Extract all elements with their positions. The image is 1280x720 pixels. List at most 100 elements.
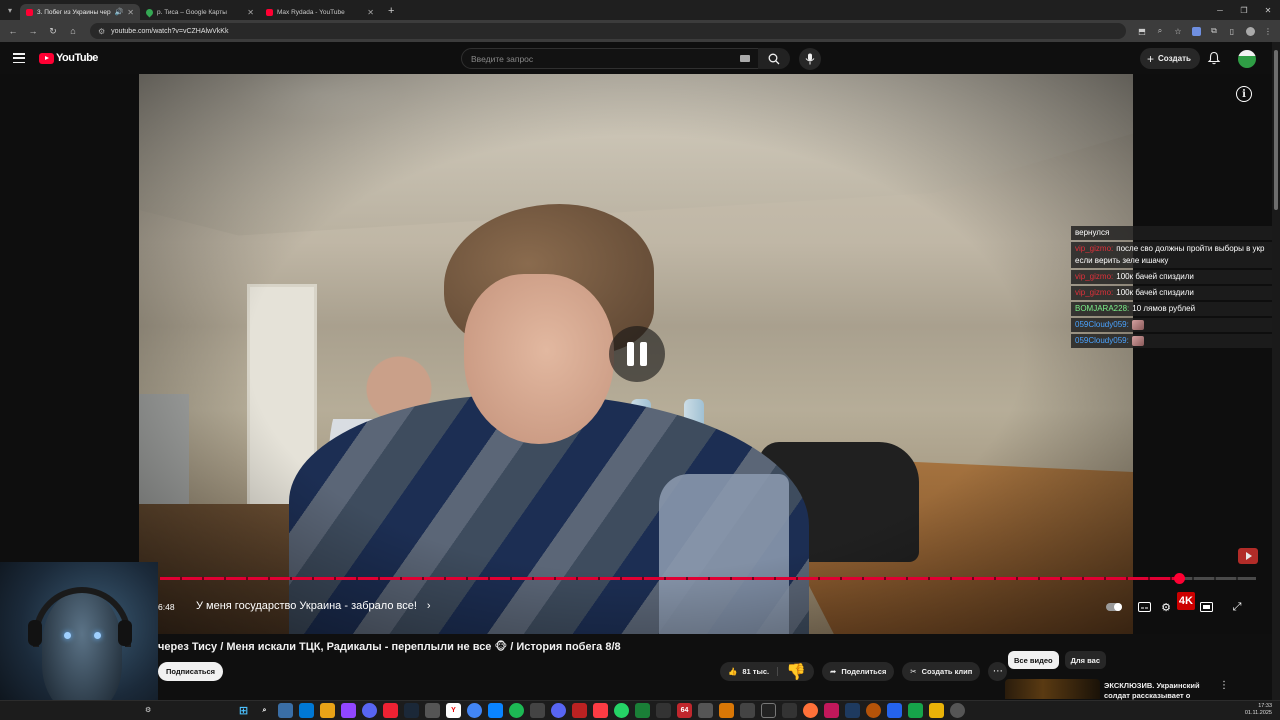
browser-tab-3[interactable]: Max Rydada - YouTube ✕ [260,4,380,20]
chrome-icon[interactable] [467,703,482,718]
youtube-logo[interactable]: YouTube [39,52,98,64]
obs-icon[interactable] [362,703,377,718]
subscribe-button[interactable]: Подписаться [158,662,224,681]
home-icon[interactable]: ⌂ [64,22,82,40]
search-input[interactable]: Введите запрос [461,48,761,69]
subtitles-icon[interactable] [1135,598,1153,616]
steam-badge-icon[interactable]: 64 [677,703,692,718]
twitch-icon[interactable] [341,703,356,718]
notifications-bell-icon[interactable] [1207,51,1221,65]
app-icon[interactable] [929,703,944,718]
app-icon[interactable] [866,703,881,718]
app-icon[interactable] [950,703,965,718]
search-button[interactable] [758,48,790,69]
scrubber-handle[interactable] [1174,573,1186,584]
app-icon[interactable] [824,703,839,718]
bookmark-star-icon[interactable]: ☆ [1170,23,1186,39]
app-icon[interactable] [719,703,734,718]
task-view-icon[interactable] [278,703,293,718]
recommended-title[interactable]: ЭКСКЛЮЗИВ. Украинский солдат рассказывае… [1104,681,1214,700]
store-icon[interactable] [488,703,503,718]
progress-bar[interactable] [160,573,1256,584]
menu-kebab-icon[interactable]: ⋮ [1260,23,1276,39]
spotify-icon[interactable] [509,703,524,718]
keyboard-icon[interactable] [740,55,750,62]
theater-mode-icon[interactable] [1197,598,1215,616]
sidebar-icon[interactable]: ▯ [1224,23,1240,39]
back-icon[interactable]: ← [4,22,22,40]
close-tab-icon[interactable]: ✕ [247,8,254,17]
app-icon[interactable] [845,703,860,718]
clip-button[interactable]: ✂ Создать клип [902,662,981,681]
app-icon[interactable] [635,703,650,718]
chapter-title: У меня государство Украина - забрало все… [196,600,417,612]
browser-tab-1[interactable]: 3. Побег из Украины чер 🔊 ✕ [20,4,140,20]
fullscreen-icon[interactable]: ⤢ [1228,598,1246,616]
tab-search-icon[interactable]: ▾ [0,0,20,20]
app-icon[interactable] [740,703,755,718]
like-button[interactable]: 👍 81 тыс. [720,667,779,676]
tray-settings-icon[interactable]: ⚙ [145,706,151,714]
browser-tab-strip: ▾ 3. Побег из Украины чер 🔊 ✕ р. Тиса – … [0,0,1280,20]
create-button[interactable]: + Создать [1140,48,1200,69]
close-window-icon[interactable]: ✕ [1256,0,1280,20]
app-icon[interactable] [698,703,713,718]
system-clock[interactable]: 17:33 01.11.2025 [1245,703,1272,717]
maximize-icon[interactable]: ❐ [1232,0,1256,20]
address-bar[interactable]: ⚙ youtube.com/watch?v=vCZHAlwVkKk [90,23,1126,39]
more-actions-icon[interactable]: ⋯ [988,662,1008,681]
extensions-icon[interactable]: ⧉ [1206,23,1222,39]
calculator-icon[interactable] [425,703,440,718]
profile-icon[interactable] [1242,23,1258,39]
new-tab-button[interactable]: + [380,5,402,17]
windows-start-icon[interactable]: ⊞ [236,703,251,718]
firefox-icon[interactable] [803,703,818,718]
whatsapp-icon[interactable] [614,703,629,718]
yandex-icon[interactable]: Y [446,703,461,718]
autoplay-toggle[interactable] [1106,603,1122,611]
close-tab-icon[interactable]: ✕ [127,8,134,17]
video-player[interactable]: i вернулся vip_gizmo: после сво должны про… [0,74,1272,634]
taskbar-search-icon[interactable]: ⌕ [257,703,272,718]
app-icon[interactable] [782,703,797,718]
install-app-icon[interactable]: ⬒ [1134,23,1150,39]
browser-tab-2[interactable]: р. Тиса – Google Карты ✕ [140,4,260,20]
page-scrollbar[interactable] [1272,42,1280,700]
app-icon[interactable] [530,703,545,718]
file-explorer-icon[interactable] [320,703,335,718]
app-icon[interactable] [887,703,902,718]
steam-icon[interactable] [404,703,419,718]
app-icon[interactable] [572,703,587,718]
audio-playing-icon[interactable]: 🔊 [115,8,124,16]
pause-button[interactable] [609,326,665,382]
recommended-thumbnail[interactable] [1005,679,1100,699]
voice-search-button[interactable] [799,48,821,70]
share-button[interactable]: ➦ Поделиться [822,662,895,681]
zoom-icon[interactable]: ⌕ [1152,23,1168,39]
dislike-button[interactable]: 👎 [778,662,814,682]
terminal-icon[interactable] [656,703,671,718]
clip-label: Создать клип [921,667,973,676]
youtube-watermark-icon[interactable] [1238,548,1258,564]
recommended-more-icon[interactable]: ⋮ [1219,680,1229,691]
chapter-title-button[interactable]: У меня государство Украина - забрало все… [196,600,431,612]
settings-gear-icon[interactable]: ⚙ 4K [1161,592,1195,616]
widgets-icon[interactable] [299,703,314,718]
chip-for-you[interactable]: Для вас [1064,651,1106,669]
hamburger-menu-icon[interactable] [13,53,25,63]
pause-icon [627,342,634,366]
site-info-icon[interactable]: ⚙ [98,27,105,36]
chip-all-videos[interactable]: Все видео [1008,651,1059,669]
info-icon[interactable]: i [1236,86,1252,102]
minimize-icon[interactable]: ─ [1208,0,1232,20]
account-avatar[interactable] [1238,50,1256,68]
browser-app-icon[interactable] [383,703,398,718]
app-icon[interactable] [761,703,776,718]
minecraft-icon[interactable] [908,703,923,718]
translate-extension-icon[interactable] [1188,23,1204,39]
music-icon[interactable] [593,703,608,718]
forward-icon[interactable]: → [24,22,42,40]
close-tab-icon[interactable]: ✕ [367,8,374,17]
discord-icon[interactable] [551,703,566,718]
reload-icon[interactable]: ↻ [44,22,62,40]
